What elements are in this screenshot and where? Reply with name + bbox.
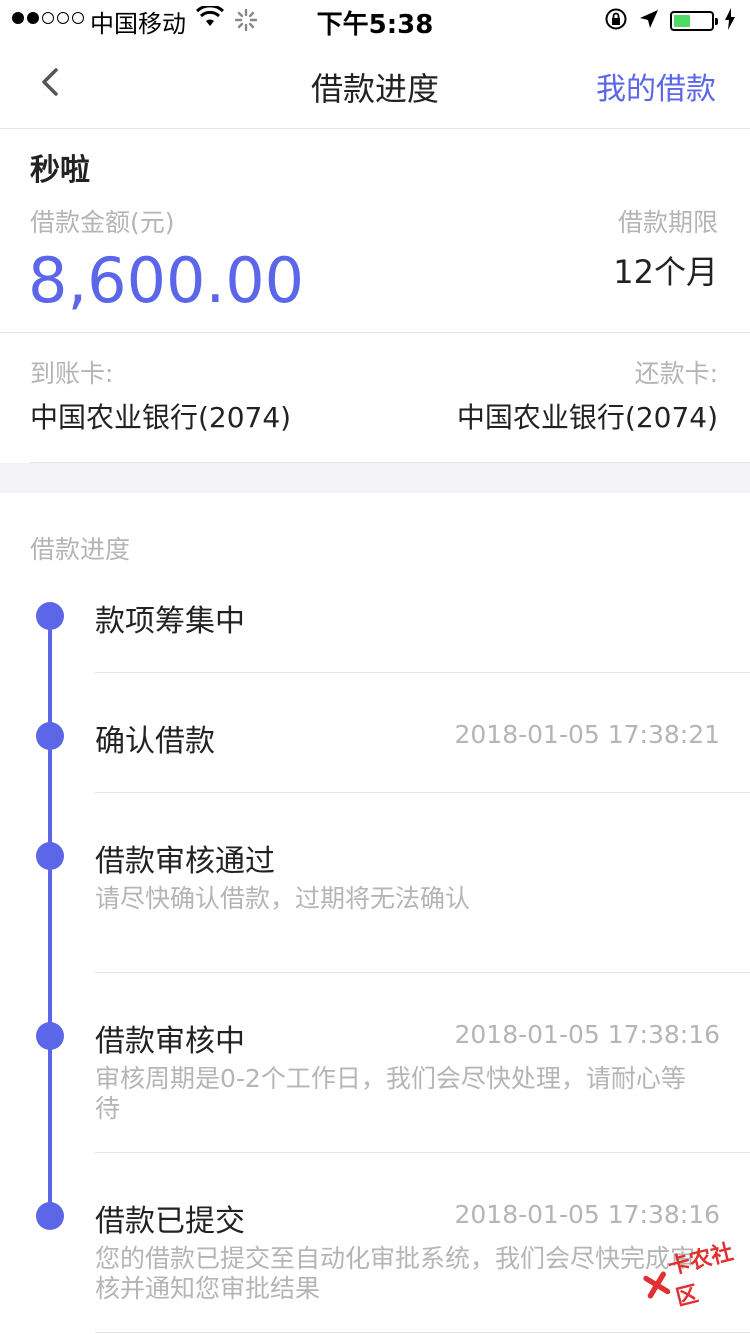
timeline-line	[48, 616, 52, 1216]
step-title: 借款已提交	[95, 1204, 245, 1239]
step-separator	[95, 972, 750, 973]
step-separator	[95, 1332, 750, 1333]
receive-card: 中国农业银行(2074)	[30, 401, 292, 434]
location-arrow-icon	[638, 8, 660, 34]
step-title: 确认借款	[95, 724, 215, 759]
step-time: 2018-01-05 17:38:16	[454, 1020, 720, 1049]
product-name: 秒啦	[30, 153, 90, 188]
term-label: 借款期限	[617, 208, 718, 237]
rotation-lock-icon	[604, 7, 628, 35]
amount-label: 借款金额(元)	[30, 208, 175, 237]
watermark-logo-icon	[643, 1271, 671, 1299]
section-gap	[0, 463, 750, 493]
step-time: 2018-01-05 17:38:21	[454, 720, 720, 749]
step-separator	[95, 792, 750, 793]
timeline-dot	[36, 1022, 64, 1050]
timeline-dot	[36, 842, 64, 870]
repay-card: 中国农业银行(2074)	[456, 401, 718, 434]
charging-bolt-icon	[724, 8, 736, 34]
step-title: 借款审核中	[95, 1024, 245, 1059]
status-bar: 中国移动 下午5:38	[0, 0, 750, 40]
timeline-dot	[36, 1202, 64, 1230]
loan-amount: 8,600.00	[28, 244, 305, 317]
divider	[0, 332, 750, 333]
repay-card-label: 还款卡:	[634, 359, 718, 388]
progress-section-title: 借款进度	[30, 535, 131, 564]
loan-term: 12个月	[613, 253, 718, 291]
step-description: 审核周期是0-2个工作日，我们会尽快处理，请耐心等待	[95, 1064, 686, 1123]
step-title: 借款审核通过	[95, 844, 275, 879]
receive-card-label: 到账卡:	[30, 359, 114, 388]
my-loans-link[interactable]: 我的借款	[596, 64, 716, 108]
step-time: 2018-01-05 17:38:16	[454, 1200, 720, 1229]
step-title: 款项筹集中	[95, 604, 245, 639]
battery-icon	[670, 11, 718, 31]
step-description: 请尽快确认借款，过期将无法确认	[95, 884, 471, 913]
step-separator	[95, 672, 750, 673]
timeline-dot	[36, 722, 64, 750]
timeline-dot	[36, 602, 64, 630]
step-separator	[95, 1152, 750, 1153]
step-description: 您的借款已提交至自动化审批系统，我们会尽快完成审核并通知您审批结果	[95, 1244, 696, 1303]
nav-bar: 借款进度 我的借款	[0, 40, 750, 129]
